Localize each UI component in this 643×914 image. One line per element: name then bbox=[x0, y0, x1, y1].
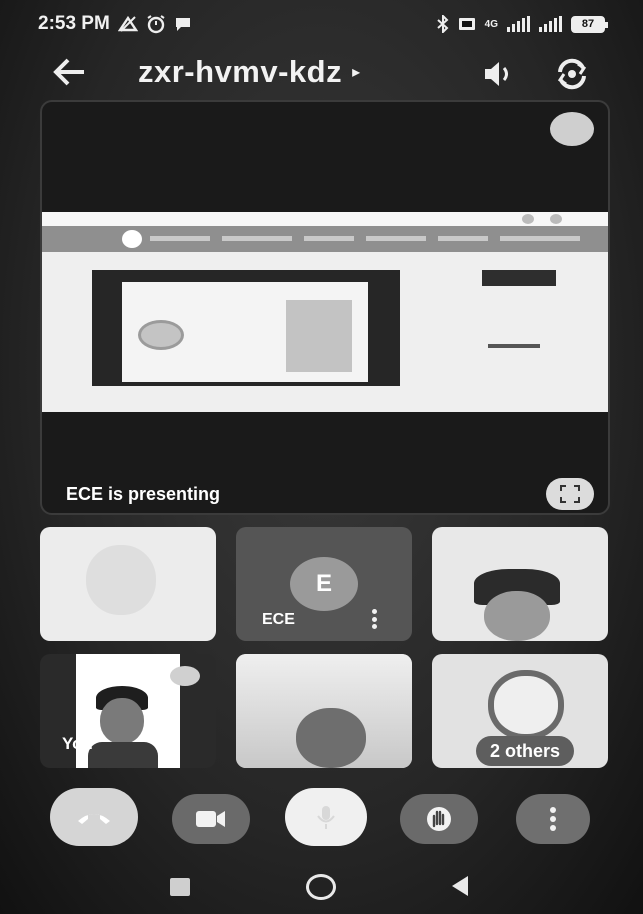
raise-hand-icon bbox=[427, 807, 451, 831]
participant-tile-others[interactable]: 2 others bbox=[432, 654, 608, 768]
shared-site-logo bbox=[122, 230, 142, 248]
shared-video-frame bbox=[122, 282, 368, 382]
alarm-icon bbox=[147, 15, 165, 34]
call-header: zxr-hvmv-kdz ▸ bbox=[0, 48, 643, 98]
others-count-badge: 2 others bbox=[476, 736, 575, 766]
raise-hand-button[interactable] bbox=[400, 794, 478, 844]
presenter-avatar bbox=[550, 112, 594, 146]
video-camera-icon bbox=[196, 811, 225, 827]
more-vertical-icon bbox=[550, 807, 556, 831]
bluetooth-icon bbox=[436, 15, 449, 33]
participant-more-icon[interactable] bbox=[364, 607, 384, 631]
shared-nav-line bbox=[366, 236, 426, 241]
participant-video bbox=[488, 670, 564, 740]
self-shirt bbox=[88, 742, 158, 768]
participant-video bbox=[484, 591, 550, 641]
sim-card-icon bbox=[458, 18, 475, 30]
shared-video-icon bbox=[138, 320, 184, 350]
participant-avatar: E bbox=[290, 557, 358, 611]
shared-nav-line bbox=[150, 236, 210, 241]
shared-nav-line bbox=[304, 236, 354, 241]
more-options-button[interactable] bbox=[516, 794, 590, 844]
system-nav-bar bbox=[0, 860, 643, 914]
fullscreen-icon bbox=[560, 485, 580, 503]
shared-nav-line bbox=[222, 236, 292, 241]
self-view-tile[interactable]: You bbox=[40, 654, 216, 768]
participant-tile-ece[interactable]: E ECE bbox=[236, 527, 412, 641]
microphone-icon bbox=[317, 806, 335, 829]
shared-window-dot bbox=[522, 214, 534, 224]
home-icon[interactable] bbox=[306, 874, 336, 900]
participant-tile[interactable] bbox=[236, 654, 412, 768]
shared-nav-line bbox=[438, 236, 488, 241]
network-type-label: 4G bbox=[484, 18, 498, 30]
meeting-details-arrow-icon: ▸ bbox=[352, 64, 361, 81]
participant-video bbox=[86, 545, 156, 615]
meeting-code: zxr-hvmv-kdz bbox=[138, 54, 343, 89]
shared-side-box bbox=[482, 270, 556, 286]
status-bar: 2:53 PM 4G 87 bbox=[0, 0, 643, 48]
shared-side-line bbox=[488, 344, 540, 348]
meeting-title[interactable]: zxr-hvmv-kdz ▸ bbox=[138, 54, 361, 90]
shared-video-player bbox=[92, 270, 400, 386]
fullscreen-button[interactable] bbox=[546, 478, 594, 510]
status-time: 2:53 PM bbox=[38, 13, 110, 34]
battery-level: 87 bbox=[581, 18, 595, 30]
participant-tile[interactable] bbox=[432, 527, 608, 641]
speaker-icon[interactable] bbox=[478, 54, 518, 94]
end-call-icon bbox=[78, 814, 110, 824]
recent-apps-icon[interactable] bbox=[170, 878, 190, 896]
battery-icon: 87 bbox=[571, 15, 608, 33]
app-notification-icon bbox=[117, 15, 138, 32]
signal-strength-icon-2 bbox=[539, 16, 562, 32]
self-label: You bbox=[62, 734, 93, 753]
back-arrow-icon[interactable] bbox=[50, 52, 90, 92]
participant-tile[interactable] bbox=[40, 527, 216, 641]
shared-window-dot bbox=[550, 214, 562, 224]
system-back-icon[interactable] bbox=[452, 876, 468, 896]
participant-face bbox=[296, 708, 366, 768]
self-face bbox=[100, 698, 144, 744]
chat-notification-icon bbox=[175, 18, 190, 31]
shared-video-panel bbox=[286, 300, 352, 372]
call-controls bbox=[0, 786, 643, 856]
shared-screen-content bbox=[42, 212, 608, 412]
shared-nav-line bbox=[500, 236, 580, 241]
participant-name: ECE bbox=[262, 611, 295, 628]
meet-call-screen: 2:53 PM 4G 87 zxr-hvmv-kdz ▸ ECE is pres… bbox=[0, 0, 643, 914]
signal-strength-icon bbox=[507, 16, 530, 32]
camera-toggle-button[interactable] bbox=[172, 794, 250, 844]
presentation-tile[interactable]: ECE is presenting bbox=[40, 100, 610, 515]
switch-camera-icon[interactable] bbox=[552, 54, 592, 94]
microphone-toggle-button[interactable] bbox=[285, 788, 367, 846]
presenting-label: ECE is presenting bbox=[66, 484, 221, 504]
self-view-badge bbox=[170, 666, 200, 686]
end-call-button[interactable] bbox=[50, 788, 138, 846]
